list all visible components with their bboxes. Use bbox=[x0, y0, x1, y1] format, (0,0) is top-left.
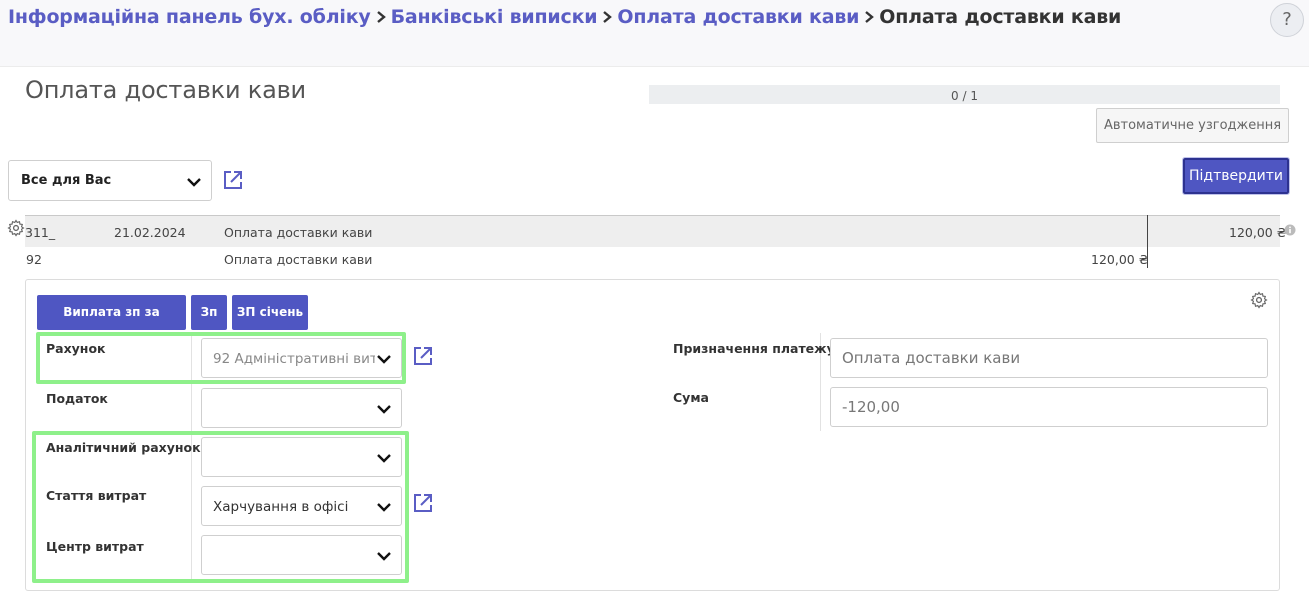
chevron-right-icon bbox=[375, 6, 387, 28]
tax-label: Податок bbox=[46, 391, 108, 406]
progress-bar: 0 / 1 bbox=[649, 85, 1280, 104]
payment-reference-value: Оплата доставки кави bbox=[842, 349, 1021, 367]
partner-select[interactable]: Все для Вас bbox=[8, 160, 212, 201]
amount-value: -120,00 bbox=[842, 398, 900, 416]
chevron-right-icon bbox=[863, 6, 875, 28]
statement-line-date: 21.02.2024 bbox=[114, 225, 186, 240]
page-title: Оплата доставки кави bbox=[25, 76, 306, 104]
progress-text: 0 / 1 bbox=[951, 89, 978, 103]
tax-select[interactable] bbox=[201, 388, 402, 428]
breadcrumb: Інформаційна панель бух. обліку Банківськ… bbox=[8, 6, 1121, 28]
statement-line-amount: 120,00 ₴ bbox=[1229, 225, 1287, 240]
statement-line-row[interactable] bbox=[25, 215, 1280, 247]
model-button-salary-december[interactable]: Виплата зп за грудень bbox=[37, 295, 186, 354]
breadcrumb-current: Оплата доставки кави bbox=[879, 6, 1122, 28]
gear-icon[interactable] bbox=[7, 219, 25, 237]
external-link-icon[interactable] bbox=[412, 345, 434, 367]
highlight-box-analytics bbox=[32, 431, 409, 583]
amount-label: Сума bbox=[673, 390, 709, 405]
highlight-box-account bbox=[36, 332, 406, 384]
partner-select-value: Все для Вас bbox=[21, 173, 112, 188]
chevron-down-icon bbox=[187, 178, 201, 187]
breadcrumb-item-statement[interactable]: Оплата доставки кави bbox=[617, 6, 859, 28]
external-link-icon[interactable] bbox=[222, 169, 244, 191]
statement-line-label: Оплата доставки кави bbox=[224, 225, 373, 240]
breadcrumb-item-dashboard[interactable]: Інформаційна панель бух. обліку bbox=[8, 6, 371, 28]
chevron-down-icon bbox=[377, 405, 391, 414]
external-link-icon[interactable] bbox=[412, 492, 434, 514]
counterpart-line-amount: 120,00 ₴ bbox=[1091, 252, 1149, 267]
help-icon[interactable]: ? bbox=[1270, 3, 1304, 37]
model-button-salary-january[interactable]: ЗП січень bbox=[232, 295, 308, 330]
top-bar: Інформаційна панель бух. обліку Банківськ… bbox=[0, 0, 1309, 67]
statement-line-account: 311_ bbox=[25, 225, 56, 240]
amount-input[interactable]: -120,00 bbox=[830, 387, 1268, 427]
payment-reference-input[interactable]: Оплата доставки кави bbox=[830, 338, 1268, 378]
auto-reconcile-button[interactable]: Автоматичне узгодження bbox=[1096, 108, 1289, 143]
model-button-salary[interactable]: Зп bbox=[191, 295, 227, 330]
debit-credit-divider bbox=[1147, 215, 1148, 268]
breadcrumb-item-bank-statements[interactable]: Банківські виписки bbox=[391, 6, 598, 28]
counterpart-line-account: 92 bbox=[26, 252, 42, 267]
info-icon[interactable] bbox=[1284, 224, 1296, 236]
confirm-button[interactable]: Підтвердити bbox=[1182, 157, 1290, 195]
payment-reference-label: Призначення платежу bbox=[673, 341, 835, 356]
gear-icon[interactable] bbox=[1250, 291, 1268, 309]
counterpart-line-label: Оплата доставки кави bbox=[224, 252, 373, 267]
chevron-right-icon bbox=[601, 6, 613, 28]
